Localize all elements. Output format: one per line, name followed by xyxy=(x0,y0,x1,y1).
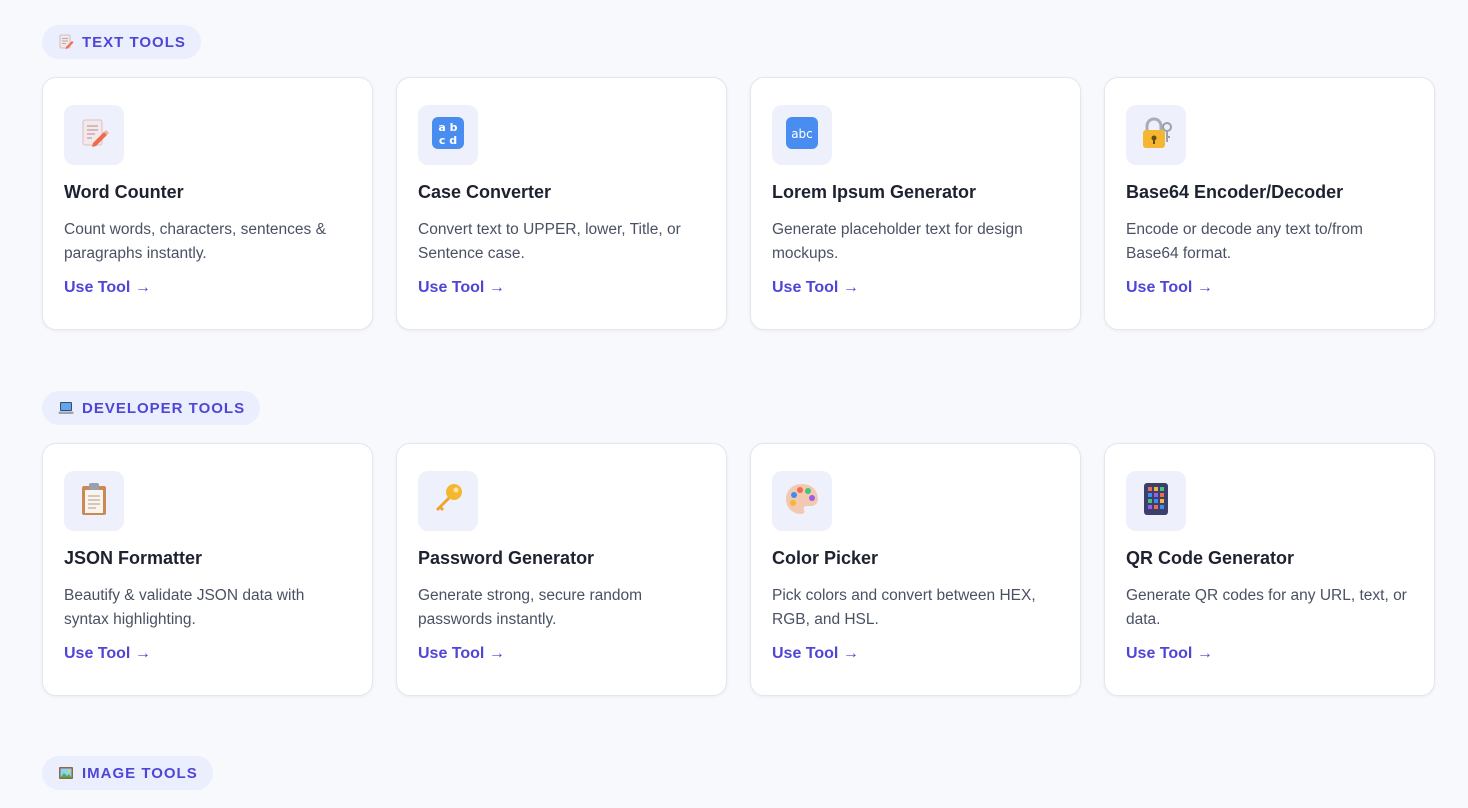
tool-description: Count words, characters, sentences & par… xyxy=(64,221,326,262)
tool-description: Generate QR codes for any URL, text, or … xyxy=(1126,587,1407,628)
tool-title: QR Code Generator xyxy=(1126,548,1295,568)
use-tool-link[interactable]: Use Tool → xyxy=(1126,645,1213,663)
tool-description: Encode or decode any text to/from Base64… xyxy=(1126,221,1363,262)
tool-title: Color Picker xyxy=(772,548,879,568)
use-tool-link[interactable]: Use Tool → xyxy=(64,279,151,297)
abc-icon: abc xyxy=(785,116,819,155)
tool-description: Convert text to UPPER, lower, Title, or … xyxy=(418,221,681,262)
use-tool-link[interactable]: Use Tool → xyxy=(772,645,859,663)
section-badge-image-tools: IMAGE TOOLS xyxy=(42,756,213,790)
tool-card-lorem-ipsum-generator[interactable]: abc Lorem Ipsum Generator Generate place… xyxy=(750,77,1081,330)
use-tool-link[interactable]: Use Tool → xyxy=(64,645,151,663)
memo-icon xyxy=(58,34,74,50)
section-label: IMAGE TOOLS xyxy=(82,764,198,782)
icon-tile: abc xyxy=(772,105,832,165)
icon-tile xyxy=(1126,105,1186,165)
tool-card-color-picker[interactable]: Color Picker Pick colors and convert bet… xyxy=(750,443,1081,696)
tool-description: Pick colors and convert between HEX, RGB… xyxy=(772,587,1036,628)
tool-description: Beautify & validate JSON data with synta… xyxy=(64,587,305,628)
section-developer-tools: DEVELOPER TOOLS JSON Formatter Beautify … xyxy=(42,391,1435,696)
picture-icon xyxy=(58,765,74,781)
palette-icon xyxy=(784,482,820,521)
clipboard-icon xyxy=(78,482,110,521)
tool-card-base64-encoder-decoder[interactable]: Base64 Encoder/Decoder Encode or decode … xyxy=(1104,77,1435,330)
lock-key-icon xyxy=(1138,115,1174,156)
tool-title: Base64 Encoder/Decoder xyxy=(1126,182,1344,202)
abacus-icon xyxy=(1142,482,1170,521)
icon-tile xyxy=(772,471,832,531)
tool-card-case-converter[interactable]: a b c d Case Converter Convert text to U… xyxy=(396,77,727,330)
section-text-tools: TEXT TOOLS Word Counter Count words, cha… xyxy=(42,25,1435,330)
use-tool-link[interactable]: Use Tool → xyxy=(418,645,505,663)
key-icon xyxy=(431,482,465,521)
tool-description: Generate strong, secure random passwords… xyxy=(418,587,643,628)
use-tool-link[interactable]: Use Tool → xyxy=(772,279,859,297)
section-badge-text-tools: TEXT TOOLS xyxy=(42,25,201,59)
tool-description: Generate placeholder text for design moc… xyxy=(772,221,1023,262)
svg-text:abc: abc xyxy=(791,127,813,141)
icon-tile xyxy=(418,471,478,531)
tool-grid: Word Counter Count words, characters, se… xyxy=(42,77,1435,330)
use-tool-link[interactable]: Use Tool → xyxy=(1126,279,1213,297)
tool-card-json-formatter[interactable]: JSON Formatter Beautify & validate JSON … xyxy=(42,443,373,696)
tool-card-word-counter[interactable]: Word Counter Count words, characters, se… xyxy=(42,77,373,330)
icon-tile xyxy=(64,471,124,531)
svg-text:a b: a b xyxy=(438,121,457,134)
section-badge-developer-tools: DEVELOPER TOOLS xyxy=(42,391,261,425)
tools-page: TEXT TOOLS Word Counter Count words, cha… xyxy=(0,0,1468,808)
tool-title: JSON Formatter xyxy=(64,548,203,568)
tool-title: Lorem Ipsum Generator xyxy=(772,182,977,202)
tool-title: Password Generator xyxy=(418,548,595,568)
icon-tile xyxy=(1126,471,1186,531)
memo-icon xyxy=(78,117,110,154)
abcd-icon: a b c d xyxy=(431,116,465,155)
tool-title: Case Converter xyxy=(418,182,552,202)
section-label: TEXT TOOLS xyxy=(82,33,186,51)
tool-card-qr-code-generator[interactable]: QR Code Generator Generate QR codes for … xyxy=(1104,443,1435,696)
tool-title: Word Counter xyxy=(64,182,184,202)
tool-grid: JSON Formatter Beautify & validate JSON … xyxy=(42,443,1435,696)
use-tool-link[interactable]: Use Tool → xyxy=(418,279,505,297)
svg-text:c d: c d xyxy=(439,134,457,147)
icon-tile: a b c d xyxy=(418,105,478,165)
section-image-tools: IMAGE TOOLS xyxy=(42,756,1434,790)
tool-card-password-generator[interactable]: Password Generator Generate strong, secu… xyxy=(396,443,727,696)
icon-tile xyxy=(64,105,124,165)
section-label: DEVELOPER TOOLS xyxy=(82,399,246,417)
laptop-icon xyxy=(58,400,74,416)
